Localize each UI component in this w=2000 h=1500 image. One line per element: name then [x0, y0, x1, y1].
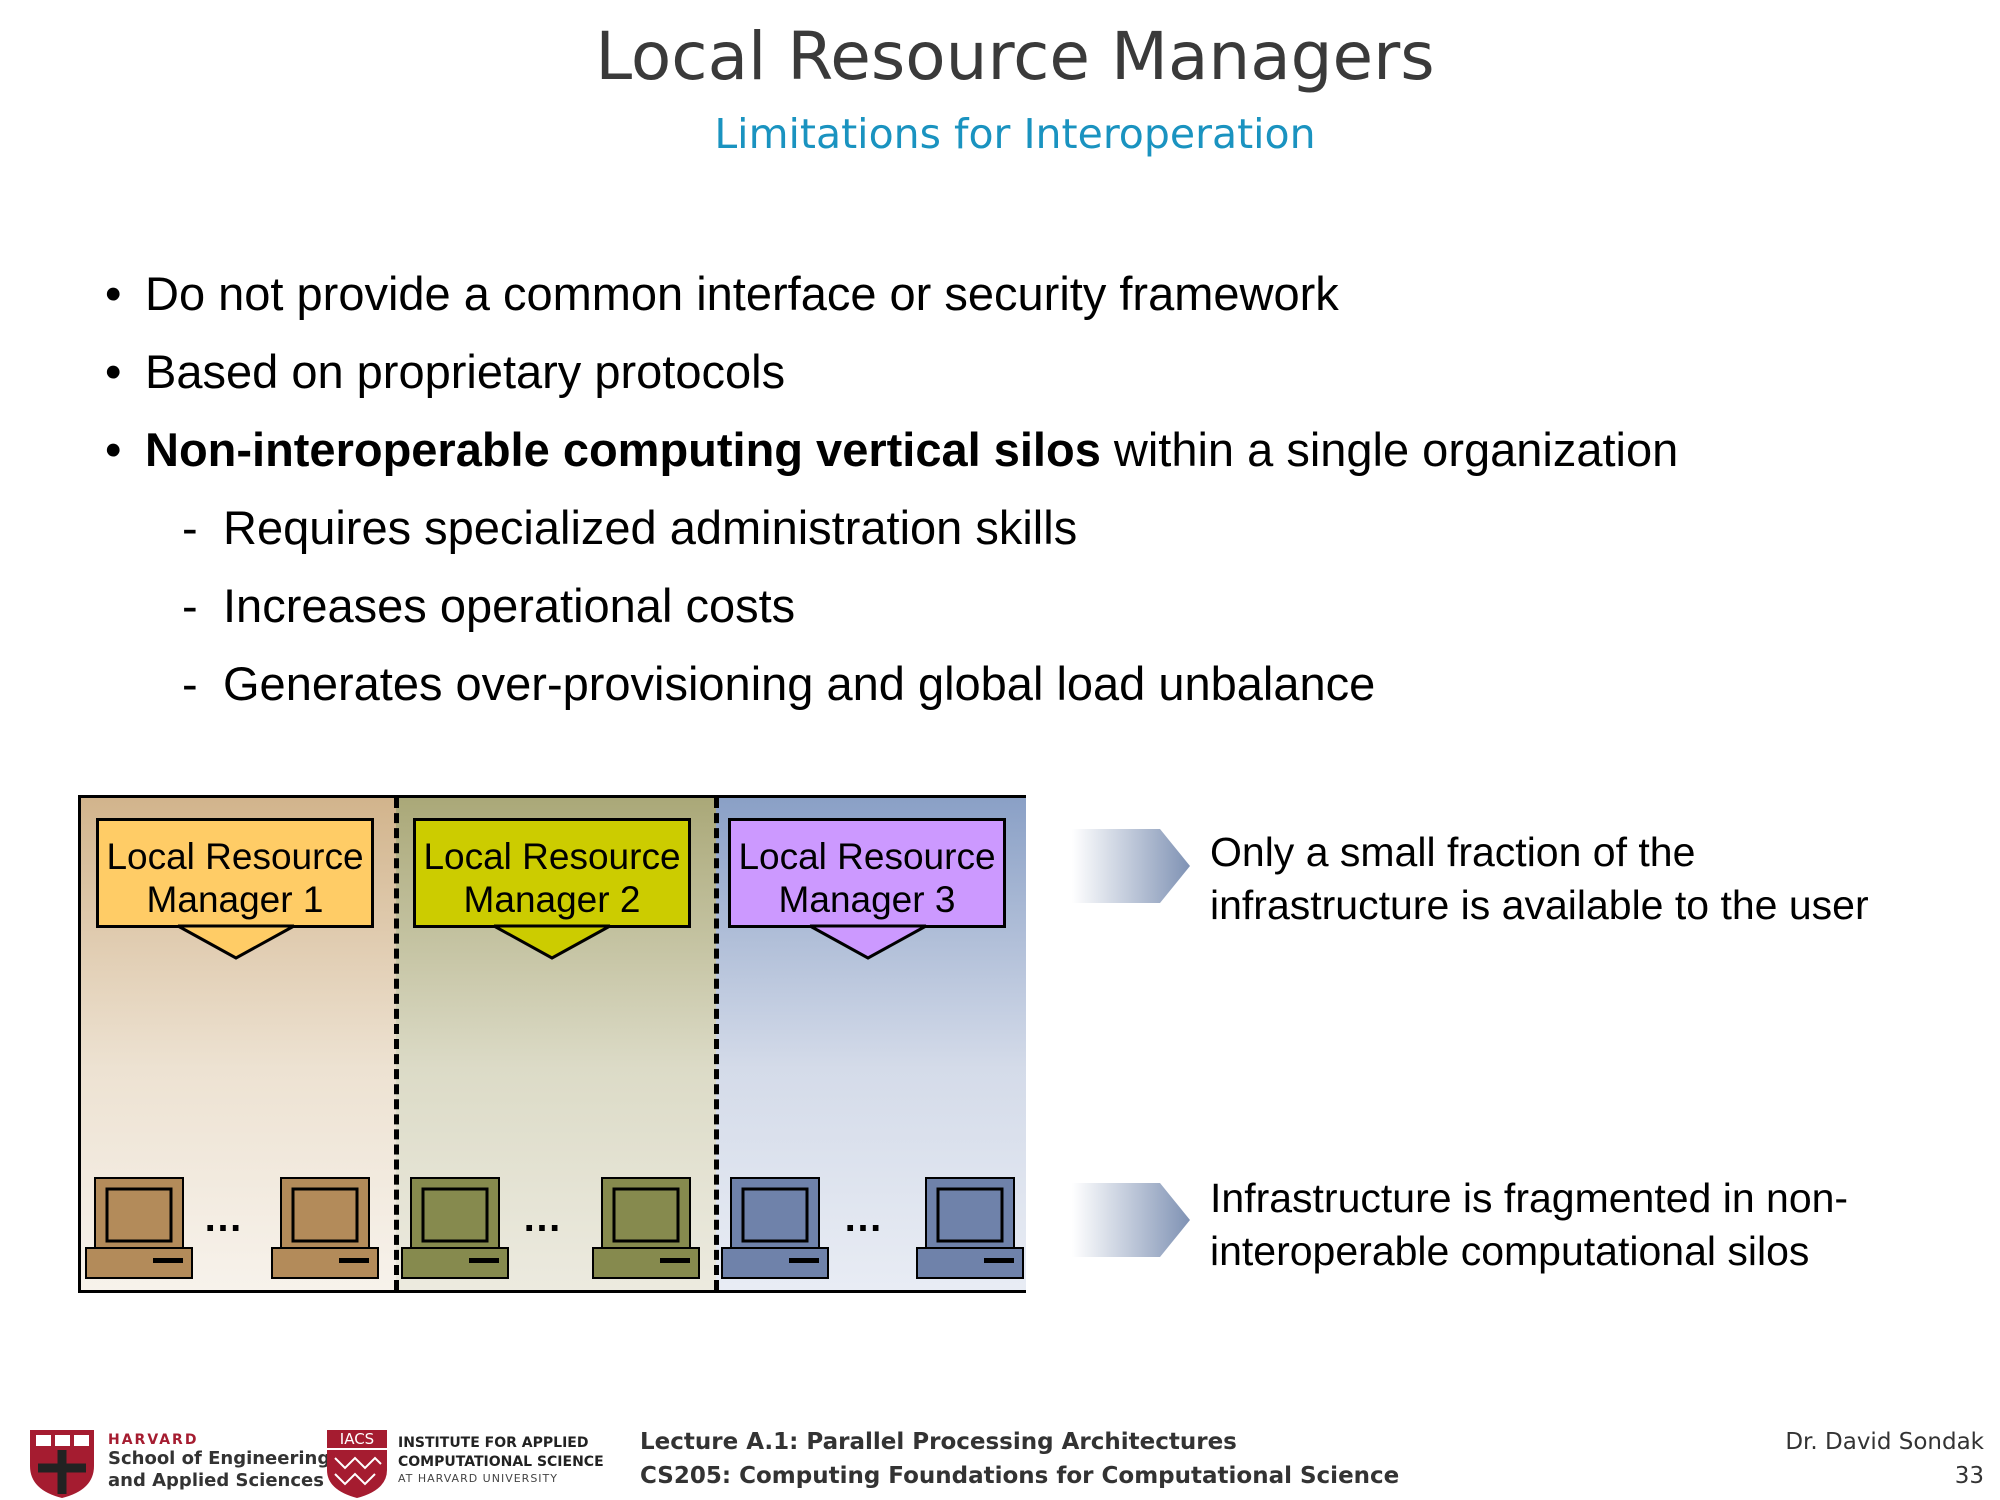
bullet-bold-text: Non-interoperable computing vertical sil…: [145, 423, 1101, 476]
page-number: 33: [1954, 1463, 1984, 1489]
bullet-marker: •: [105, 267, 122, 320]
subbullet-marker: -: [182, 501, 198, 554]
down-arrow-icon: [493, 924, 611, 960]
manager-box-2: Local Resource Manager 2: [413, 818, 691, 928]
author-name: Dr. David Sondak: [1785, 1429, 1984, 1455]
subbullet-item: - Increases operational costs: [105, 567, 1678, 645]
footer-author: Dr. David Sondak 33: [1785, 1425, 1984, 1493]
bullet-text: Based on proprietary protocols: [145, 345, 786, 398]
manager-label-line2: Manager 1: [146, 879, 324, 920]
subbullet-text: Requires specialized administration skil…: [223, 501, 1078, 554]
drive-slot: [469, 1258, 499, 1263]
drive-slot: [984, 1258, 1014, 1263]
mgr-arrow-2: [493, 924, 611, 960]
right-arrow-icon: [1072, 1183, 1190, 1257]
screen: [291, 1187, 359, 1243]
slide-title: Local Resource Managers: [595, 18, 1435, 95]
ellipsis: …: [203, 1196, 245, 1240]
manager-box-1: Local Resource Manager 1: [96, 818, 374, 928]
drive-slot: [339, 1258, 369, 1263]
bullet-item: • Non-interoperable computing vertical s…: [105, 411, 1678, 489]
computer-icon: [271, 1177, 379, 1279]
bullet-item: • Based on proprietary protocols: [105, 333, 1678, 411]
subbullet-marker: -: [182, 657, 198, 710]
bullet-marker: •: [105, 345, 122, 398]
subbullet-marker: -: [182, 579, 198, 632]
manager-label-line1: Local Resource: [738, 836, 996, 877]
screen: [936, 1187, 1004, 1243]
callout-line2: interoperable computational silos: [1210, 1228, 1810, 1274]
manager-box-3: Local Resource Manager 3: [728, 818, 1006, 928]
down-arrow-icon: [177, 924, 295, 960]
manager-label-line2: Manager 2: [463, 879, 641, 920]
harvard-label: HARVARD: [108, 1432, 199, 1448]
screen: [421, 1187, 489, 1243]
computer-icon: [916, 1177, 1024, 1279]
harvard-line1: School of Engineering: [108, 1448, 331, 1469]
iacs-shield-icon: IACS: [327, 1430, 387, 1498]
mgr-arrow-1: [177, 924, 295, 960]
manager-label-line1: Local Resource: [423, 836, 681, 877]
subbullet-text: Increases operational costs: [223, 579, 796, 632]
right-arrow-icon: [1072, 829, 1190, 903]
callout-line1: Infrastructure is fragmented in non-: [1210, 1175, 1849, 1221]
computer-icon: [401, 1177, 509, 1279]
iacs-line1: INSTITUTE FOR APPLIED: [398, 1435, 589, 1451]
manager-label-line2: Manager 3: [778, 879, 956, 920]
ellipsis: …: [843, 1196, 885, 1240]
iacs-badge: IACS: [340, 1430, 374, 1448]
silo-divider: [394, 798, 399, 1290]
callout-1: Only a small fraction of the infrastruct…: [1210, 826, 1869, 932]
harvard-shield-icon: [30, 1430, 94, 1498]
silo-divider: [714, 798, 719, 1290]
iacs-logo: INSTITUTE FOR APPLIED COMPUTATIONAL SCIE…: [398, 1434, 604, 1485]
screen: [105, 1187, 173, 1243]
bullet-list: • Do not provide a common interface or s…: [105, 255, 1678, 723]
bullet-text: within a single organization: [1100, 423, 1679, 476]
screen: [741, 1187, 809, 1243]
callout-2: Infrastructure is fragmented in non- int…: [1210, 1172, 1848, 1278]
computer-icon: [592, 1177, 700, 1279]
silo-diagram: Local Resource Manager 1 Local Resource …: [78, 795, 1026, 1293]
drive-slot: [153, 1258, 183, 1263]
lecture-title: Lecture A.1: Parallel Processing Archite…: [640, 1429, 1237, 1455]
subbullet-item: - Generates over-provisioning and global…: [105, 645, 1678, 723]
bullet-text: Do not provide a common interface or sec…: [145, 267, 1339, 320]
callout-line1: Only a small fraction of the: [1210, 829, 1696, 875]
harvard-line2: and Applied Sciences: [108, 1470, 324, 1491]
subbullet-item: - Requires specialized administration sk…: [105, 489, 1678, 567]
footer-lecture: Lecture A.1: Parallel Processing Archite…: [640, 1425, 1399, 1493]
bullet-item: • Do not provide a common interface or s…: [105, 255, 1678, 333]
down-arrow-icon: [809, 924, 927, 960]
slide-subtitle: Limitations for Interoperation: [714, 110, 1316, 158]
screen: [612, 1187, 680, 1243]
drive-slot: [660, 1258, 690, 1263]
computer-icon: [721, 1177, 829, 1279]
ellipsis: …: [522, 1196, 564, 1240]
computer-icon: [85, 1177, 193, 1279]
harvard-seas-logo: HARVARD School of Engineering and Applie…: [108, 1432, 330, 1492]
iacs-line2: COMPUTATIONAL SCIENCE: [398, 1454, 604, 1470]
bullet-marker: •: [105, 423, 122, 476]
iacs-line3: AT HARVARD UNIVERSITY: [398, 1472, 558, 1485]
manager-label-line1: Local Resource: [106, 836, 364, 877]
callout-line2: infrastructure is available to the user: [1210, 882, 1869, 928]
subbullet-text: Generates over-provisioning and global l…: [223, 657, 1376, 710]
mgr-arrow-3: [809, 924, 927, 960]
drive-slot: [789, 1258, 819, 1263]
course-title: CS205: Computing Foundations for Computa…: [640, 1463, 1400, 1489]
